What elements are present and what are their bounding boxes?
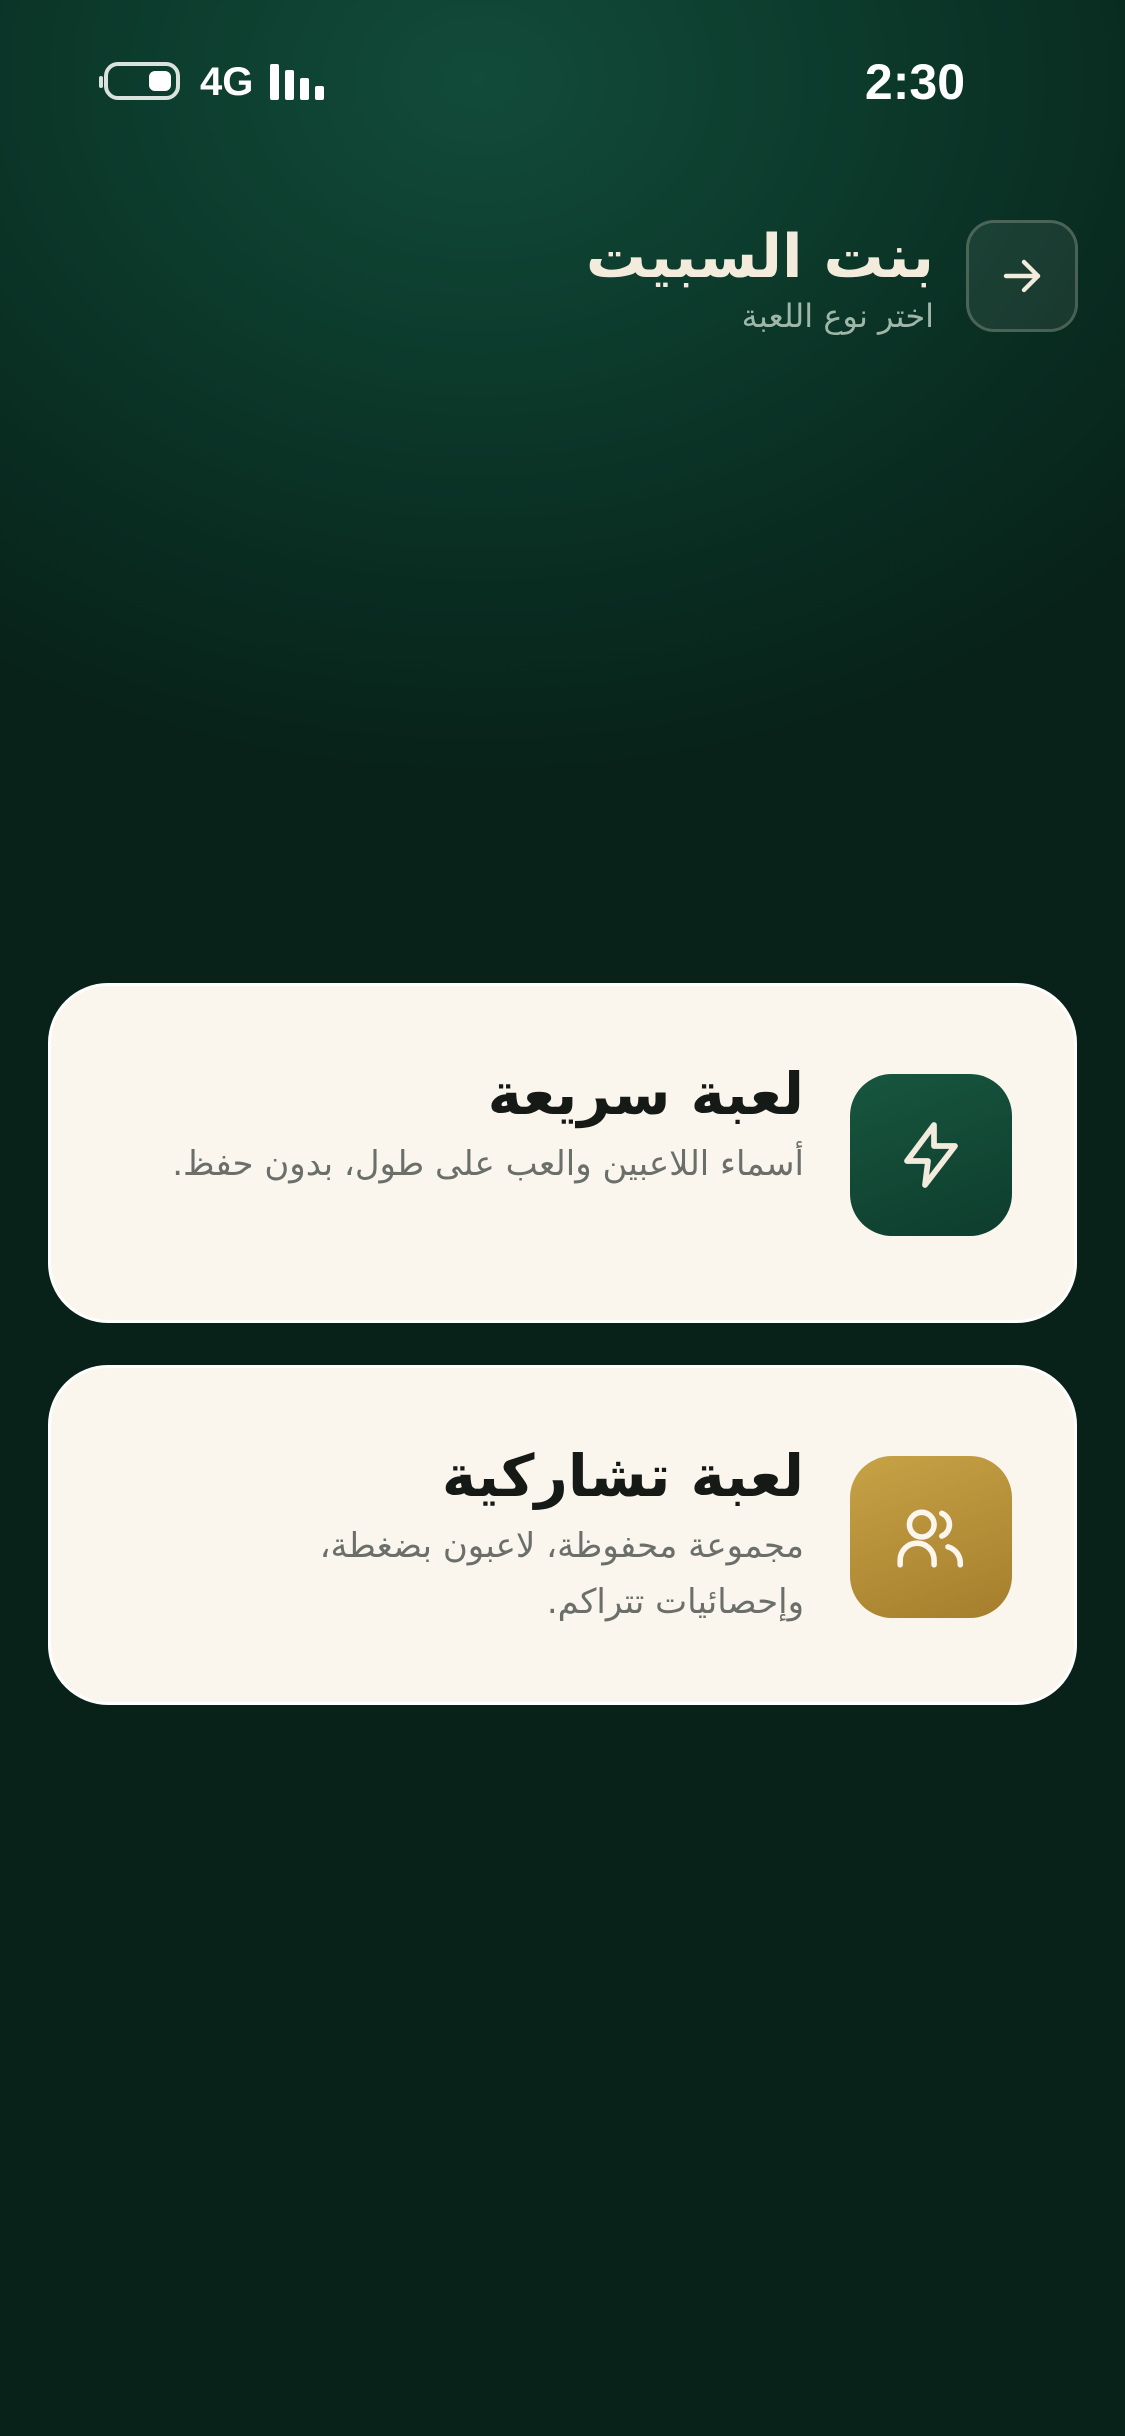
network-type: 4G (200, 60, 254, 104)
status-time: 2:30 (864, 54, 965, 110)
quick-game-card[interactable]: لعبة سريعة أسماء اللاعبين والعب على طول،… (48, 983, 1077, 1323)
arrow-right-icon (1003, 259, 1041, 293)
quick-game-description: أسماء اللاعبين والعب على طول، بدون حفظ. (172, 1144, 804, 1184)
quick-game-title: لعبة سريعة (487, 1060, 804, 1128)
lightning-bolt-icon (904, 1122, 958, 1188)
shared-game-card[interactable]: لعبة تشاركية مجموعة محفوظة، لاعبون بضغطة… (48, 1365, 1077, 1705)
shared-game-description: مجموعة محفوظة، لاعبون بضغطة، وإحصائيات ت… (319, 1526, 804, 1622)
status-bar: 4G 2:30 (0, 0, 1125, 160)
signal-strength-icon (270, 64, 330, 100)
back-button[interactable] (966, 220, 1078, 332)
quick-game-text: لعبة سريعة أسماء اللاعبين والعب على طول،… (164, 1056, 804, 1192)
shared-game-title: لعبة تشاركية (441, 1442, 804, 1510)
quick-game-icon-tile (850, 1074, 1012, 1236)
shared-game-text: لعبة تشاركية مجموعة محفوظة، لاعبون بضغطة… (164, 1438, 804, 1630)
page-title: بنت السبيت (585, 222, 934, 292)
page-subtitle: اختر نوع اللعبة (741, 297, 934, 335)
header-text: بنت السبيت اختر نوع اللعبة (586, 220, 934, 338)
users-icon (897, 1509, 964, 1568)
battery-icon (99, 62, 180, 100)
shared-game-icon-tile (850, 1456, 1012, 1618)
header: بنت السبيت اختر نوع اللعبة (47, 220, 1078, 340)
